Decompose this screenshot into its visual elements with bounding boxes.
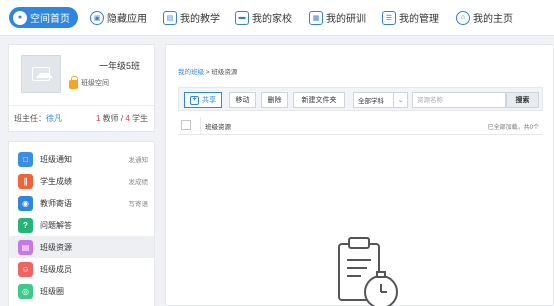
menu-item-class-circle[interactable]: ◎ 班级圈: [9, 280, 154, 302]
new-folder-button[interactable]: 新建文件夹: [293, 92, 345, 108]
nav-label: 我的研训: [326, 14, 366, 25]
menu-item-class-notice[interactable]: □ 班级通知 发通知: [9, 148, 154, 170]
send-notice-link[interactable]: 发通知: [129, 154, 149, 164]
nav-label: 我的教学: [180, 14, 220, 25]
divider: [9, 105, 154, 106]
menu-item-teacher-message[interactable]: ◉ 教师寄语 写寄语: [9, 192, 154, 214]
teacher-label: 教师 /: [102, 114, 126, 123]
chevron-down-icon: ⌄: [393, 93, 407, 107]
share-icon: +: [190, 95, 199, 105]
user-icon: ●: [13, 10, 27, 25]
resources-panel: 我的班级 > 班级资源 + 共享 移动 删除 新建文件夹 全部学科 ⌄ 搜索 班…: [165, 44, 554, 306]
delete-button[interactable]: 删除: [261, 92, 288, 108]
nav-my-management[interactable]: ☰ 我的管理: [382, 7, 439, 28]
class-avatar[interactable]: [21, 55, 61, 93]
menu-item-label: 班级成员: [40, 264, 72, 274]
write-message-link[interactable]: 写寄语: [129, 198, 149, 208]
menu-item-label: 问题解答: [40, 220, 72, 230]
message-icon: ◉: [18, 195, 33, 211]
member-counts: 1 教师 / 4 学生: [96, 113, 148, 124]
image-placeholder-icon: [32, 67, 53, 81]
head-teacher: 班主任：徐凡: [14, 113, 62, 124]
resource-toolbar: + 共享 移动 删除 新建文件夹 全部学科 ⌄ 搜索: [178, 87, 543, 111]
nav-label: 隐藏应用: [107, 14, 147, 25]
menu-item-student-scores[interactable]: ∥ 学生成绩 发成绩: [9, 170, 154, 192]
app-icon: ▣: [90, 10, 104, 25]
resource-search-input[interactable]: [412, 92, 506, 108]
nav-my-homepage[interactable]: ⌂ 我的主页: [456, 7, 513, 28]
teaching-icon: ▤: [163, 10, 177, 25]
select-all-checkbox[interactable]: [181, 120, 191, 130]
nav-my-training[interactable]: ▦ 我的研训: [309, 7, 366, 28]
class-space-link[interactable]: 班级空间: [69, 75, 109, 89]
load-status: 已全部加载，共0个: [487, 125, 539, 131]
top-nav: ● 空间首页 ▣ 隐藏应用 ▤ 我的教学 ▬ 我的家校 ▦ 我的研训 ☰ 我的管…: [0, 0, 554, 36]
class-space-label: 班级空间: [81, 80, 109, 87]
homepage-icon: ⌂: [456, 10, 470, 25]
menu-item-class-members[interactable]: ☺ 班级成员: [9, 258, 154, 280]
chart-icon: ∥: [18, 173, 33, 189]
nav-space-home[interactable]: ● 空间首页: [9, 7, 78, 28]
class-name: 一年级5班: [98, 61, 140, 71]
circle-icon: ◎: [18, 283, 33, 299]
menu-item-label: 班级资源: [40, 242, 72, 252]
share-label: 共享: [202, 97, 216, 104]
menu-item-label: 学生成绩: [40, 176, 72, 186]
home-school-icon: ▬: [235, 10, 249, 25]
question-icon: ?: [18, 217, 33, 233]
head-teacher-label: 班主任：: [14, 114, 46, 123]
subject-select-value: 全部学科: [358, 98, 384, 105]
send-scores-link[interactable]: 发成绩: [129, 176, 149, 186]
teacher-count: 1: [95, 114, 101, 123]
nav-my-home-school[interactable]: ▬ 我的家校: [235, 7, 292, 28]
breadcrumb: 我的班级 > 班级资源: [178, 66, 237, 76]
menu-item-label: 教师寄语: [40, 198, 72, 208]
menu-item-label: 班级通知: [40, 154, 72, 164]
menu-item-qa[interactable]: ? 问题解答: [9, 214, 154, 236]
student-label: 学生: [132, 114, 148, 123]
nav-label: 我的主页: [473, 14, 513, 25]
nav-label: 我的管理: [399, 14, 439, 25]
training-icon: ▦: [309, 10, 323, 25]
lock-icon: [69, 75, 78, 89]
empty-clipboard-icon: [338, 237, 398, 306]
breadcrumb-my-class[interactable]: 我的班级: [178, 69, 204, 76]
management-icon: ☰: [382, 10, 396, 25]
menu-item-class-resources[interactable]: ▤ 班级资源: [9, 236, 154, 258]
move-button[interactable]: 移动: [229, 92, 256, 108]
members-icon: ☺: [18, 261, 33, 277]
nav-label: 空间首页: [30, 14, 70, 25]
student-count: 4: [125, 114, 130, 123]
share-button[interactable]: + 共享: [184, 92, 222, 108]
head-teacher-name[interactable]: 徐凡: [46, 114, 62, 123]
nav-label: 我的家校: [252, 14, 292, 25]
menu-item-label: 班级圈: [40, 286, 64, 296]
search-button[interactable]: 搜索: [506, 92, 539, 108]
resource-icon: ▤: [18, 239, 33, 255]
notice-icon: □: [18, 151, 33, 167]
folder-tab[interactable]: 班级资源: [200, 117, 241, 134]
nav-my-teaching[interactable]: ▤ 我的教学: [163, 7, 220, 28]
resource-list-header: 班级资源 已全部加载，共0个: [178, 117, 543, 135]
subject-select[interactable]: 全部学科 ⌄: [353, 92, 408, 108]
breadcrumb-current: 班级资源: [211, 69, 238, 76]
nav-hidden-apps[interactable]: ▣ 隐藏应用: [90, 7, 147, 28]
class-profile-card: 一年级5班 班级空间 班主任：徐凡 1 教师 / 4 学生: [8, 44, 155, 132]
class-menu: □ 班级通知 发通知 ∥ 学生成绩 发成绩 ◉ 教师寄语 写寄语 ? 问题解答 …: [8, 141, 155, 306]
